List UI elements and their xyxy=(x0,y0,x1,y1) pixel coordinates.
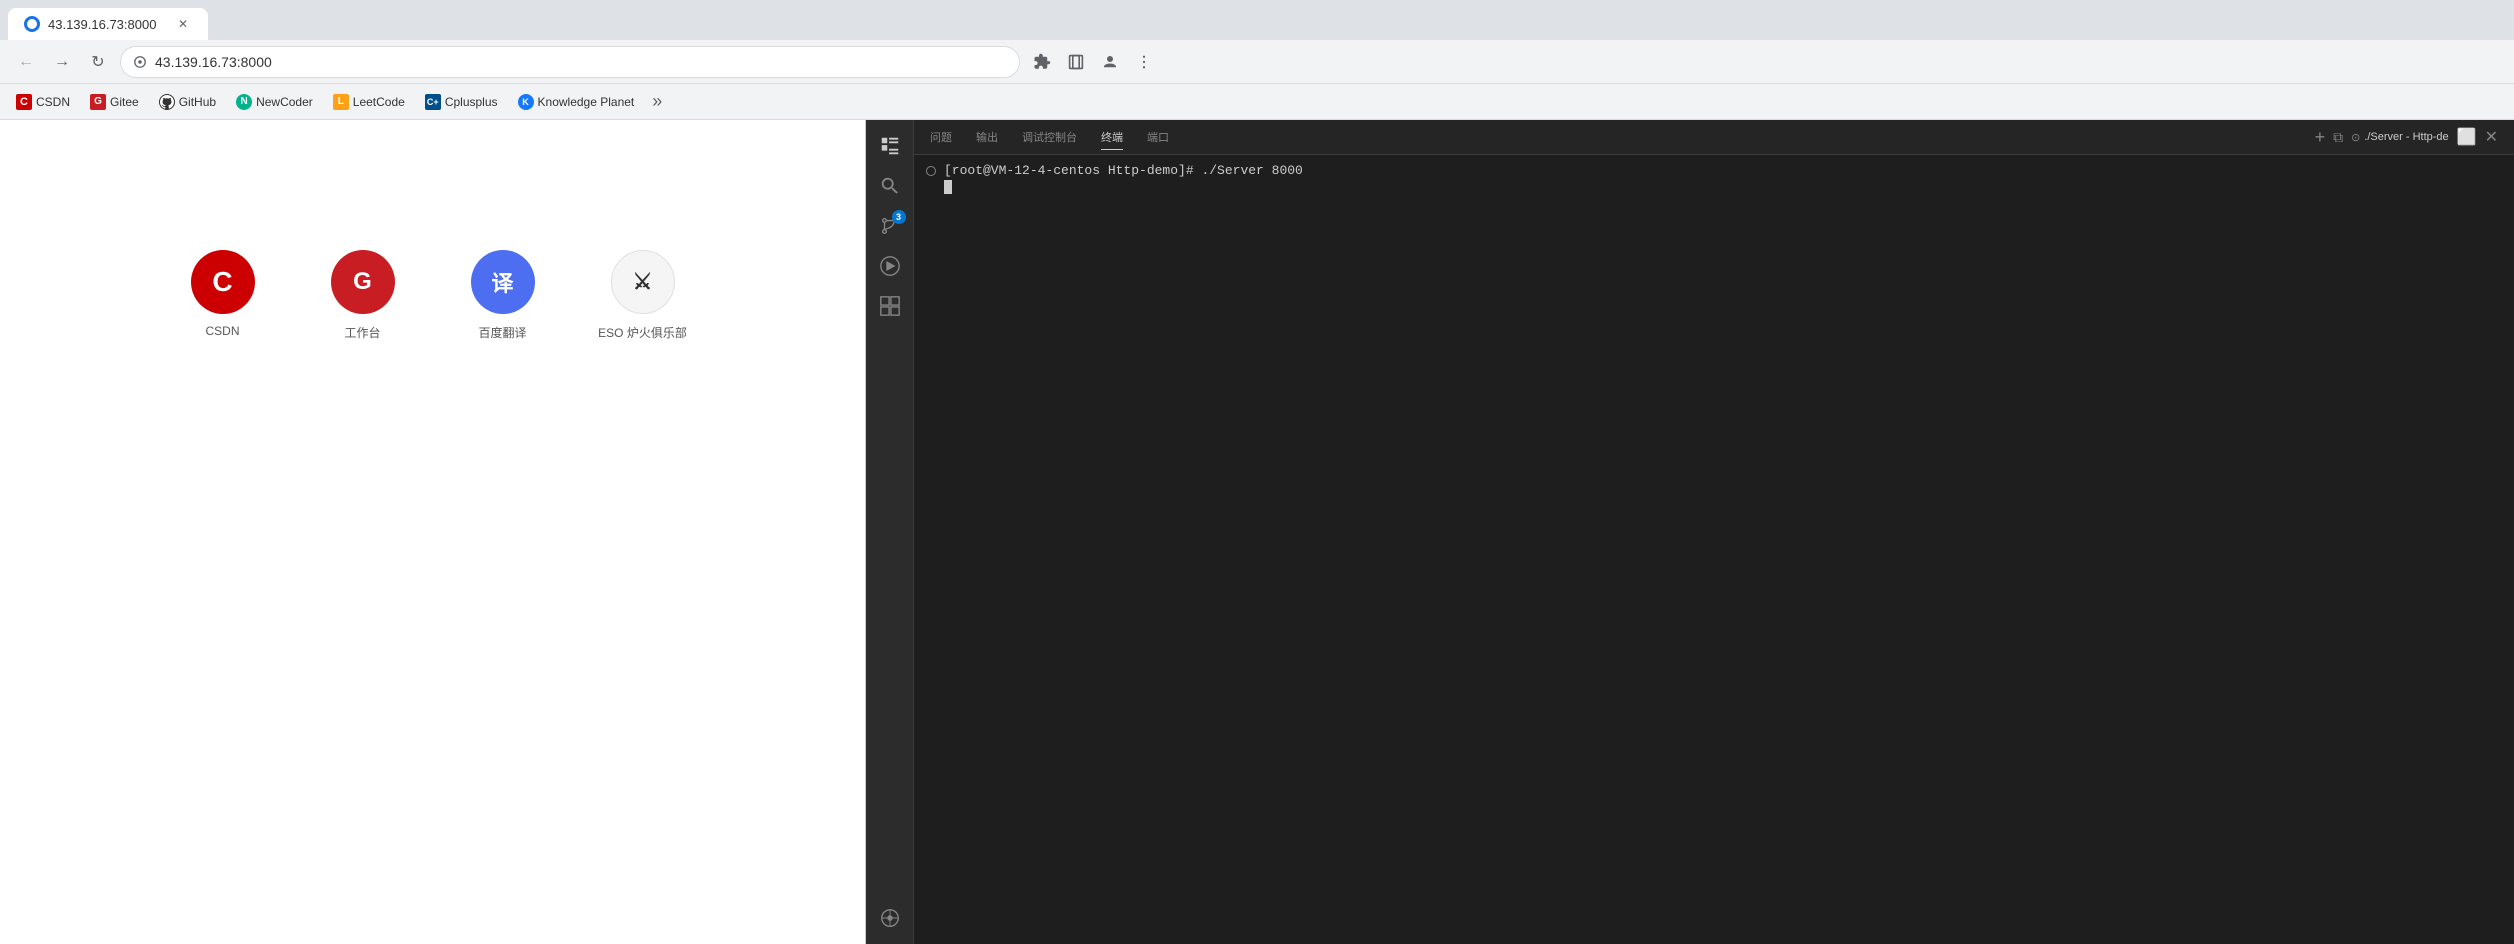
tab-output-label: 输出 xyxy=(976,132,998,144)
shortcut-gwork[interactable]: G 工作台 xyxy=(303,240,423,351)
bookmark-newcoder-label: NewCoder xyxy=(256,95,313,109)
browser-toolbar: ← → ↻ 43.139.16.73:8000 xyxy=(0,40,2514,84)
bookmark-csdn[interactable]: C CSDN xyxy=(8,90,78,114)
url-text: 43.139.16.73:8000 xyxy=(155,54,1007,70)
tab-output[interactable]: 输出 xyxy=(976,125,998,149)
bookmark-kplanet-label: Knowledge Planet xyxy=(538,95,635,109)
activity-icon-source-control[interactable]: 3 xyxy=(872,208,908,244)
bookmark-leetcode[interactable]: L LeetCode xyxy=(325,90,413,114)
shortcut-eso-label: ESO 炉火俱乐部 xyxy=(598,324,687,341)
lock-icon xyxy=(133,55,147,69)
terminal-line-1: [root@VM-12-4-centos Http-demo]# ./Serve… xyxy=(926,163,2502,178)
terminal-title: ⊙ ./Server - Http-de xyxy=(2351,131,2449,144)
vscode-panel-tabs: 问题 输出 调试控制台 终端 端口 + ⧉ ⊙ xyxy=(914,120,2514,155)
bookmarks-more-button[interactable]: » xyxy=(646,87,668,116)
tab-terminal[interactable]: 终端 xyxy=(1101,125,1123,150)
terminal-line-2 xyxy=(926,180,2502,194)
back-button[interactable]: ← xyxy=(12,48,40,76)
tab-bar: 43.139.16.73:8000 ✕ xyxy=(0,0,2514,40)
profile-button[interactable] xyxy=(1096,48,1124,76)
menu-button[interactable] xyxy=(1130,48,1158,76)
bookmarks-bar: C CSDN G Gitee GitHub N NewCoder L LeetC… xyxy=(0,84,2514,120)
new-tab-page: C CSDN G 工作台 译 百度翻译 ⚔ ESO 炉火俱乐部 xyxy=(0,120,865,944)
shortcut-gwork-icon: G xyxy=(331,250,395,314)
bookmark-newcoder[interactable]: N NewCoder xyxy=(228,90,321,114)
shortcut-csdn[interactable]: C CSDN xyxy=(163,240,283,351)
bookmark-github[interactable]: GitHub xyxy=(151,90,224,114)
extensions-button[interactable] xyxy=(1028,48,1056,76)
new-terminal-button[interactable]: + xyxy=(2315,127,2326,148)
bookmark-kplanet[interactable]: K Knowledge Planet xyxy=(510,90,643,114)
split-terminal-button[interactable]: ⧉ xyxy=(2333,129,2343,146)
bookmark-csdn-label: CSDN xyxy=(36,95,70,109)
main-content: C CSDN G 工作台 译 百度翻译 ⚔ ESO 炉火俱乐部 xyxy=(0,120,2514,944)
tab-ports[interactable]: 端口 xyxy=(1147,125,1169,149)
shortcut-gwork-label: 工作台 xyxy=(344,324,380,341)
tab-problems[interactable]: 问题 xyxy=(930,125,952,149)
close-panel-button[interactable]: ✕ xyxy=(2485,127,2498,147)
csdn-favicon: C xyxy=(16,94,32,110)
tab-favicon xyxy=(24,16,40,32)
shortcut-baidu-icon: 译 xyxy=(471,250,535,314)
activity-icon-run-debug[interactable] xyxy=(872,248,908,284)
toolbar-actions xyxy=(1028,48,1158,76)
shortcuts-grid: C CSDN G 工作台 译 百度翻译 ⚔ ESO 炉火俱乐部 xyxy=(163,240,703,351)
tab-debug-console-label: 调试控制台 xyxy=(1022,132,1077,144)
tab-problems-label: 问题 xyxy=(930,132,952,144)
vscode-terminal[interactable]: [root@VM-12-4-centos Http-demo]# ./Serve… xyxy=(914,155,2514,944)
address-bar[interactable]: 43.139.16.73:8000 xyxy=(120,46,1020,78)
tab-terminal-label: 终端 xyxy=(1101,132,1123,144)
bookmark-cplusplus-label: Cplusplus xyxy=(445,95,498,109)
terminal-indicator xyxy=(926,166,936,176)
kplanet-favicon: K xyxy=(518,94,534,110)
terminal-cursor-spacer xyxy=(926,182,936,192)
shortcut-csdn-label: CSDN xyxy=(205,324,239,338)
github-favicon xyxy=(159,94,175,110)
source-control-badge: 3 xyxy=(892,210,906,224)
cplusplus-favicon: C+ xyxy=(425,94,441,110)
newcoder-favicon: N xyxy=(236,94,252,110)
terminal-title-text: ./Server - Http-de xyxy=(2364,131,2448,143)
bookmark-gitee-label: Gitee xyxy=(110,95,139,109)
activity-icon-explorer[interactable] xyxy=(872,128,908,164)
vscode-activity-bar: 3 xyxy=(866,120,914,944)
window-toggle-button[interactable] xyxy=(1062,48,1090,76)
activity-icon-search[interactable] xyxy=(872,168,908,204)
forward-button[interactable]: → xyxy=(48,48,76,76)
maximize-panel-button[interactable]: ⬜ xyxy=(2457,127,2477,147)
gitee-favicon: G xyxy=(90,94,106,110)
tab-ports-label: 端口 xyxy=(1147,132,1169,144)
bookmark-github-label: GitHub xyxy=(179,95,216,109)
bookmark-leetcode-label: LeetCode xyxy=(353,95,405,109)
terminal-prompt: [root@VM-12-4-centos Http-demo]# ./Serve… xyxy=(944,163,1303,178)
vscode-main: 问题 输出 调试控制台 终端 端口 + ⧉ ⊙ xyxy=(914,120,2514,944)
tab-close-button[interactable]: ✕ xyxy=(174,15,192,33)
tab-title: 43.139.16.73:8000 xyxy=(48,17,156,32)
shortcut-csdn-icon: C xyxy=(191,250,255,314)
tab-debug-console[interactable]: 调试控制台 xyxy=(1022,125,1077,149)
shortcut-eso[interactable]: ⚔ ESO 炉火俱乐部 xyxy=(583,240,703,351)
bookmark-cplusplus[interactable]: C+ Cplusplus xyxy=(417,90,506,114)
panel-actions: + ⧉ ⊙ ./Server - Http-de ⬜ ✕ xyxy=(2315,127,2498,148)
activity-icon-remote[interactable] xyxy=(872,900,908,936)
reload-button[interactable]: ↻ xyxy=(84,48,112,76)
leetcode-favicon: L xyxy=(333,94,349,110)
browser-page: C CSDN G 工作台 译 百度翻译 ⚔ ESO 炉火俱乐部 xyxy=(0,120,866,944)
shortcut-eso-icon: ⚔ xyxy=(611,250,675,314)
browser-chrome: 43.139.16.73:8000 ✕ ← → ↻ 43.139.16.73:8… xyxy=(0,0,2514,120)
terminal-cursor xyxy=(944,180,952,194)
shortcut-baidu[interactable]: 译 百度翻译 xyxy=(443,240,563,351)
shortcut-baidu-label: 百度翻译 xyxy=(478,324,526,341)
vscode-panel: 3 问题 输出 调试控 xyxy=(866,120,2514,944)
bookmark-gitee[interactable]: G Gitee xyxy=(82,90,147,114)
activity-icon-extensions[interactable] xyxy=(872,288,908,324)
active-tab[interactable]: 43.139.16.73:8000 ✕ xyxy=(8,8,208,40)
